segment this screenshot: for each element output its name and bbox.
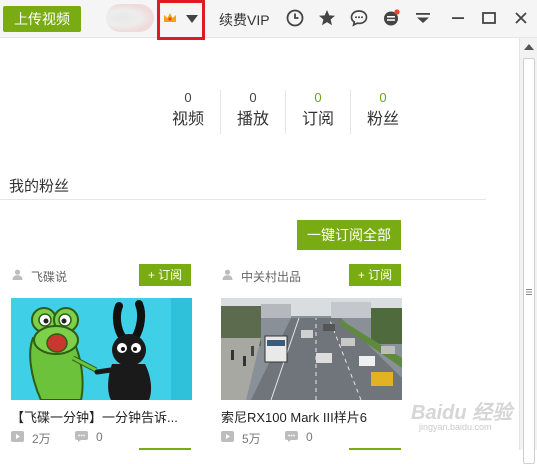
watermark: Baidu 经验 jingyan.baidu.com [405, 396, 515, 436]
play-count: 5万 [242, 432, 261, 446]
scroll-thumb[interactable] [523, 58, 535, 464]
video-thumbnail[interactable] [221, 298, 402, 400]
maximize-icon[interactable] [480, 9, 498, 27]
comment-count: 0 [306, 430, 313, 444]
user-icon [222, 269, 233, 280]
star-icon[interactable] [318, 9, 336, 27]
stats-panel: 0 视频 0 播放 0 订阅 0 粉丝 [155, 88, 415, 136]
video-title[interactable]: 索尼RX100 Mark III样片6 [221, 407, 403, 426]
card-username[interactable]: 飞碟说 [31, 268, 67, 285]
play-count: 2万 [32, 432, 51, 446]
subscribe-button[interactable]: + 订阅 [139, 264, 191, 286]
menu-icon[interactable] [414, 9, 432, 27]
cartoon-thumbnail-image [11, 298, 192, 400]
card-username[interactable]: 中关村出品 [241, 268, 301, 285]
stat-value: 0 [184, 90, 192, 105]
play-count-icon [11, 431, 24, 442]
stat-plays[interactable]: 0 播放 [220, 88, 286, 136]
stat-fans[interactable]: 0 粉丝 [350, 88, 416, 136]
chat-icon[interactable] [350, 9, 368, 27]
comment-icon [75, 431, 88, 442]
stat-label: 视频 [171, 111, 204, 128]
title-bar: 上传视频 续费VIP [0, 0, 537, 40]
user-icon [12, 269, 23, 280]
subscribe-button[interactable]: + 订阅 [349, 264, 401, 286]
fan-card: 中关村出品 + 订阅 索尼RX100 Mark III样片6 5万 0 [221, 264, 403, 450]
stat-videos[interactable]: 0 视频 [155, 88, 221, 136]
scroll-up-icon[interactable] [524, 44, 534, 50]
close-icon[interactable] [512, 9, 530, 27]
watermark-url: jingyan.baidu.com [419, 422, 492, 432]
section-title: 我的粉丝 [9, 178, 70, 195]
street-thumbnail-image [221, 298, 402, 400]
avatar[interactable] [106, 4, 154, 32]
divider [0, 199, 486, 200]
stat-value: 0 [314, 90, 322, 105]
comment-icon [285, 431, 298, 442]
clock-icon[interactable] [286, 9, 304, 27]
grip-icon [526, 289, 532, 295]
renew-vip-link[interactable]: 续费VIP [219, 10, 270, 30]
video-thumbnail[interactable] [11, 298, 192, 400]
play-count-icon [221, 431, 234, 442]
scrollbar[interactable] [519, 38, 537, 464]
fan-card: 飞碟说 + 订阅 【飞碟一分钟】一分钟告诉... 2万 0 [11, 264, 193, 450]
upload-video-button[interactable]: 上传视频 [3, 6, 81, 32]
stat-label: 订阅 [301, 111, 334, 128]
notification-icon[interactable] [382, 9, 400, 27]
video-title[interactable]: 【飞碟一分钟】一分钟告诉... [11, 407, 193, 426]
stat-label: 粉丝 [366, 111, 399, 128]
watermark-brand: Baidu 经验 [411, 402, 513, 424]
stat-value: 0 [379, 90, 387, 105]
stat-value: 0 [249, 90, 257, 105]
subscribe-all-button[interactable]: 一键订阅全部 [297, 220, 401, 250]
minimize-icon[interactable] [449, 9, 467, 27]
stat-label: 播放 [236, 111, 269, 128]
highlight-box [157, 0, 205, 40]
stat-subscriptions[interactable]: 0 订阅 [285, 88, 351, 136]
comment-count: 0 [96, 430, 103, 444]
